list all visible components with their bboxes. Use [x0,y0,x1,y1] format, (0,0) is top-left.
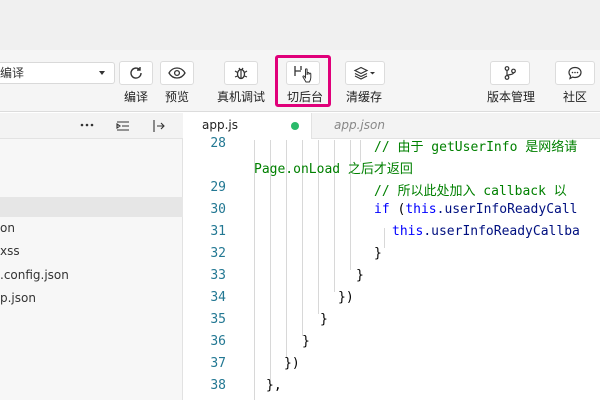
collapse-icon[interactable] [116,120,130,132]
code-line: if (this.userInfoReadyCall [374,202,578,217]
tab-label: app.json [334,118,385,132]
code-token: }, [266,378,282,393]
highlight-box [275,55,331,107]
file-item[interactable]: on [0,221,15,235]
code-token: } [374,246,382,261]
community-button[interactable] [555,61,595,85]
split-icon[interactable] [152,119,166,133]
chevron-down-icon [370,72,375,75]
code-token: // 由于 getUserInfo 是网络请 [374,140,578,155]
version-control-button[interactable] [490,61,530,85]
compile-button[interactable] [119,61,153,85]
code-line: // 所以此处加入 callback 以 [374,180,567,199]
code-line: } [302,334,310,349]
code-token: }) [338,290,354,305]
chevron-down-icon [99,71,105,75]
code-token: } [320,312,328,327]
code-line: } [320,312,328,327]
code-token: Page.onLoad 之后才返回 [254,162,413,177]
bug-icon [234,67,248,80]
code-token: if [374,202,390,217]
line-number: 32 [210,246,226,261]
preview-button[interactable] [160,61,194,85]
line-number: 35 [210,312,226,327]
explorer-header [0,113,183,139]
code-token: } [302,334,310,349]
modified-dot-icon [291,122,299,130]
line-number: 28 [210,136,226,151]
compile-mode-select[interactable]: 编译 [0,62,115,84]
code-token: this [405,202,437,217]
line-number: 37 [210,356,226,371]
tab-label: app.js [202,118,238,132]
file-item[interactable]: .config.json [0,268,69,282]
line-number: 29 [210,180,226,195]
code-line: // 由于 getUserInfo 是网络请 [374,136,577,155]
code-token: .userInfoReadyCallba [423,224,580,239]
layers-icon [353,66,375,80]
clear-cache-button[interactable] [345,61,385,85]
line-number: 34 [210,290,226,305]
version-control-label: 版本管理 [487,90,536,104]
line-number: 38 [210,378,226,393]
clear-cache-label: 清缓存 [346,90,383,104]
code-line: }) [284,356,300,371]
eye-icon [168,67,186,79]
code-line: } [374,246,382,261]
file-item[interactable]: xss [0,244,20,258]
title-bar [0,0,600,50]
code-line: }) [338,290,354,305]
selected-file-row[interactable] [0,197,183,217]
community-label: 社区 [563,90,588,104]
device-debug-button[interactable] [224,61,258,85]
device-debug-label: 真机调试 [217,90,266,104]
indent-guide [384,228,385,248]
file-item[interactable]: p.json [0,291,36,305]
code-line: this.userInfoReadyCallba [392,224,580,239]
code-line: Page.onLoad 之后才返回 [254,158,413,177]
line-number: 36 [210,334,226,349]
code-token: }) [284,356,300,371]
line-number: 30 [210,202,226,217]
code-line: } [356,268,364,283]
code-line: }, [266,378,282,393]
code-token: // 所以此处加入 callback 以 [374,184,567,199]
indent-guide [254,140,255,400]
code-token: .userInfoReadyCall [436,202,578,217]
compile-mode-value: 编译 [0,66,25,80]
refresh-icon [130,67,142,79]
code-editor[interactable]: 28 // 由于 getUserInfo 是网络请 Page.onLoad 之后才返… [184,136,600,400]
preview-label: 预览 [165,90,190,104]
more-icon[interactable] [80,123,94,127]
code-token: this [392,224,424,239]
line-number: 33 [210,268,226,283]
code-token: } [356,268,364,283]
chat-icon [568,66,582,80]
branch-icon [504,66,516,80]
file-explorer: on xss .config.json p.json [0,113,183,400]
line-number: 31 [210,224,226,239]
code-token: ( [389,202,406,217]
compile-label: 编译 [124,90,149,104]
